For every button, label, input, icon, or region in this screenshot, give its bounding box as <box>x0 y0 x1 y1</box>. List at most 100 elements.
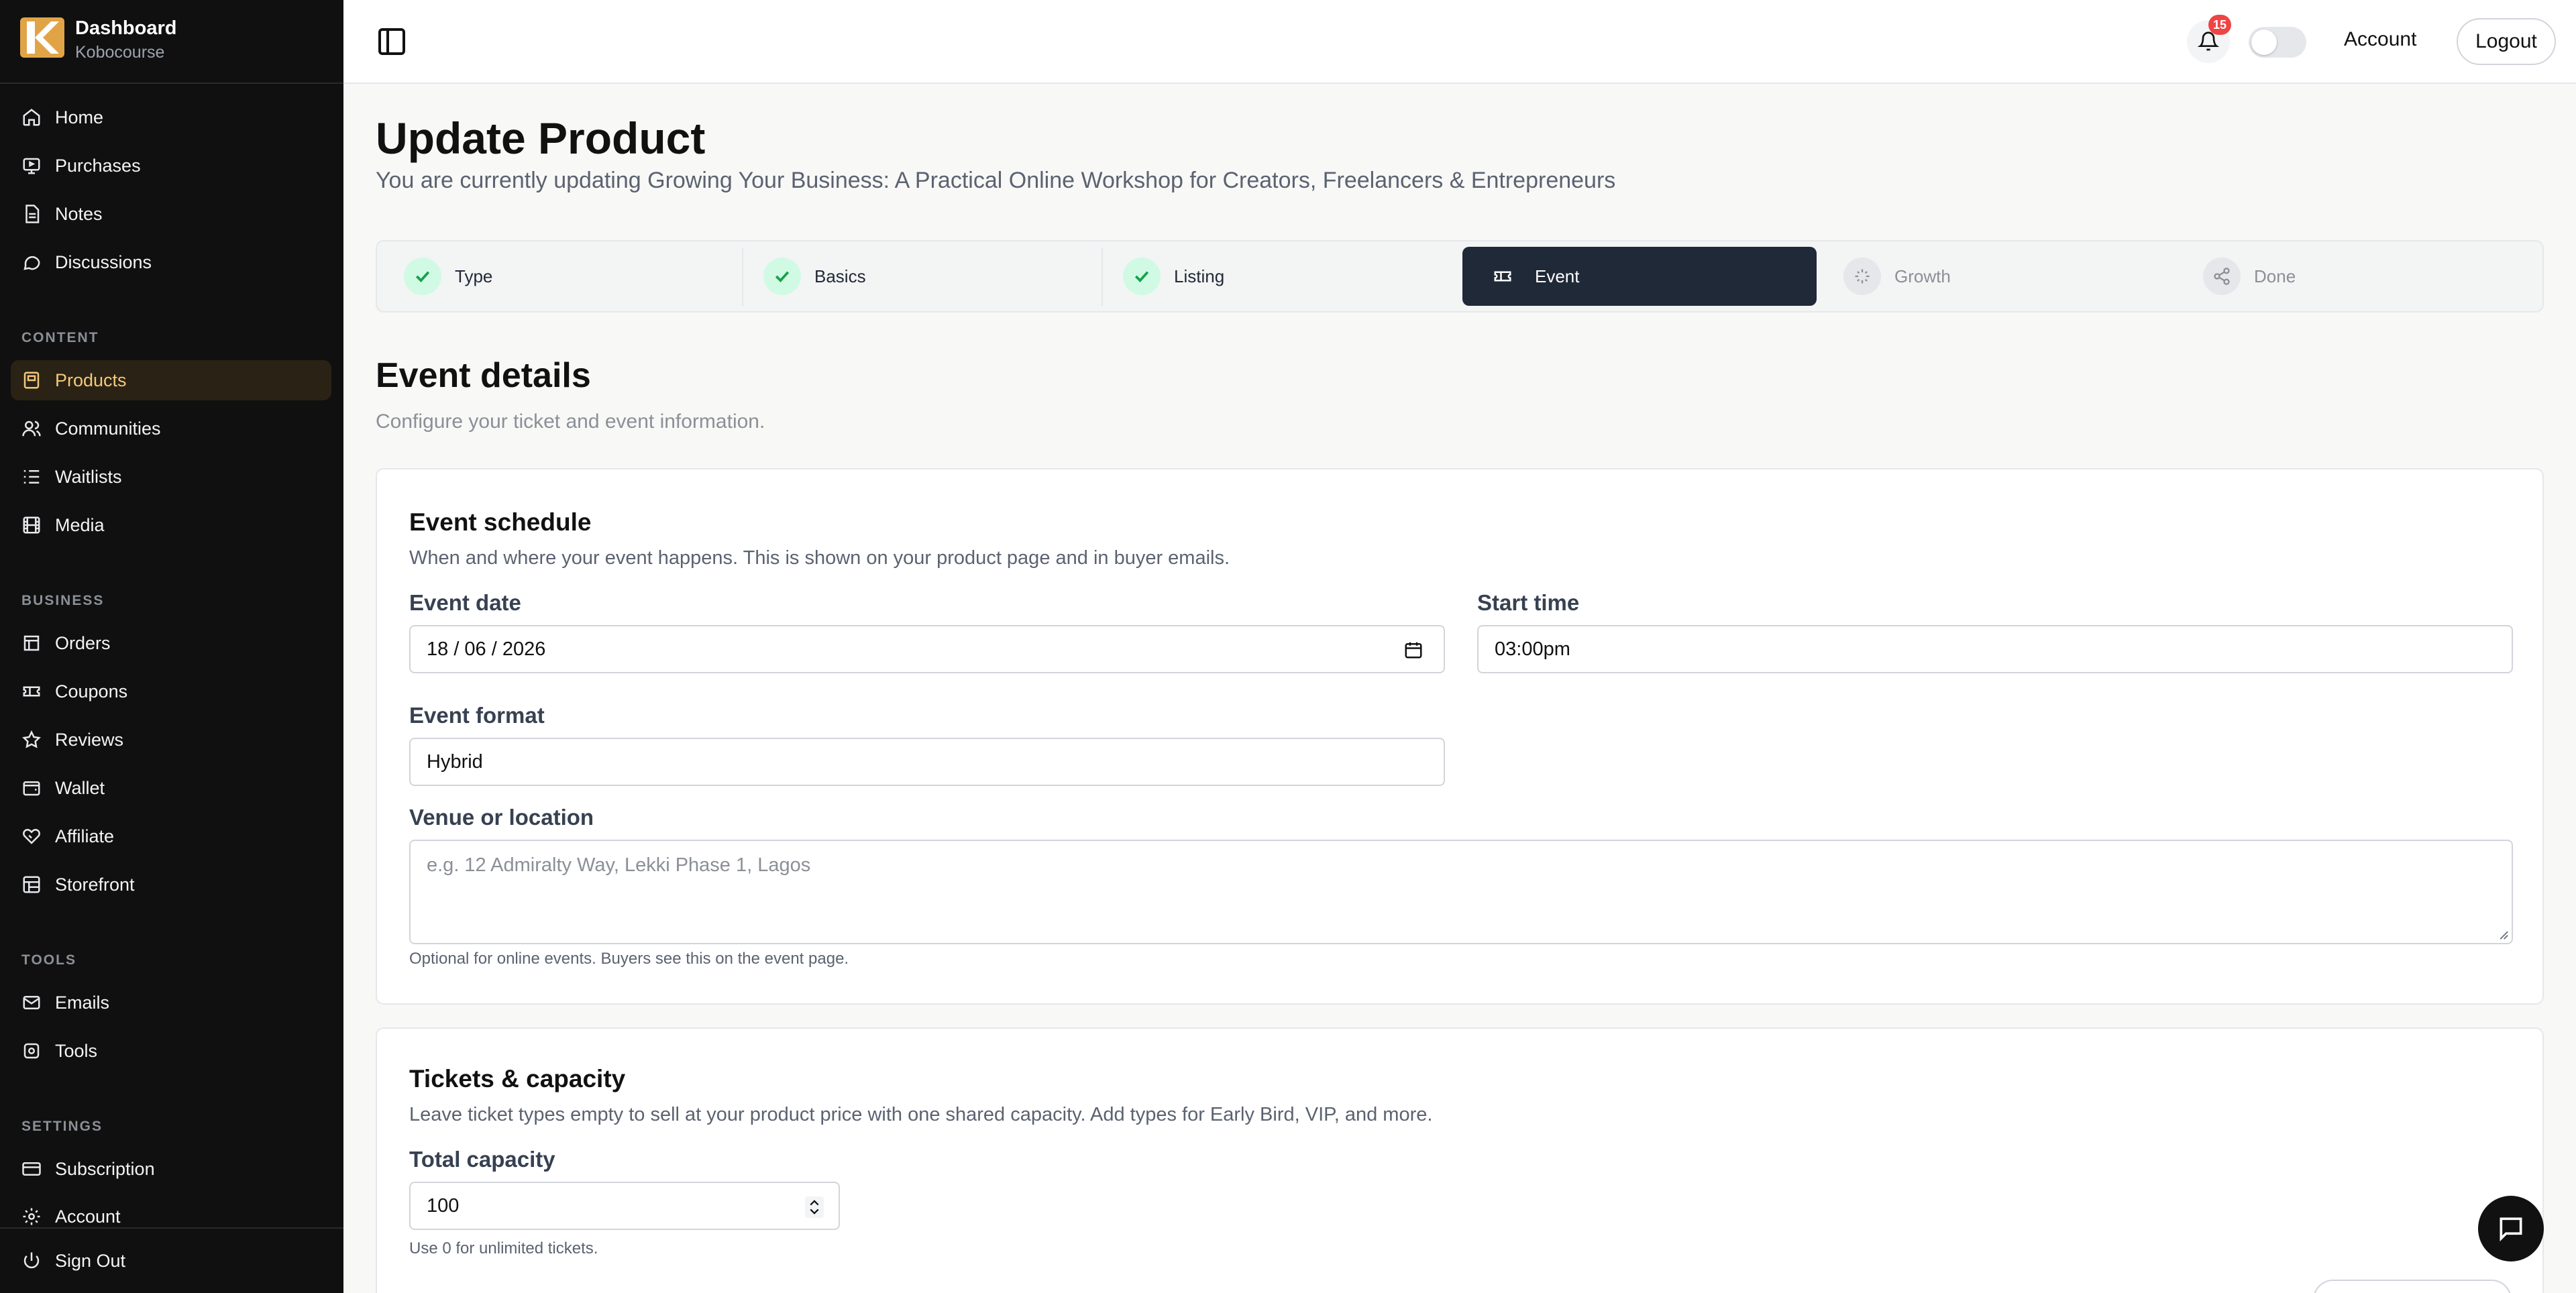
sidebar-item-label: Storefront <box>55 874 135 895</box>
theme-toggle[interactable] <box>2249 27 2306 58</box>
sidebar-item-communities[interactable]: Communities <box>11 408 331 449</box>
sidebar-item-label: Reviews <box>55 729 124 750</box>
film-icon <box>23 516 40 534</box>
sidebar-item-waitlists[interactable]: Waitlists <box>11 457 331 497</box>
chat-icon <box>23 256 40 270</box>
progress-stepper: Type Basics Listing Event Growth Done <box>376 240 2544 313</box>
section-heading-business: BUSINESS <box>21 593 105 608</box>
tools-icon <box>23 1043 40 1059</box>
venue-hint: Optional for online events. Buyers see t… <box>409 950 849 968</box>
step-done[interactable]: Done <box>2182 247 2536 306</box>
sidebar-item-coupons[interactable]: Coupons <box>11 671 331 712</box>
step-basics[interactable]: Basics <box>742 247 1096 306</box>
tickets-capacity-card: Tickets & capacity Leave ticket types em… <box>376 1027 2544 1293</box>
section-title: Event details <box>376 356 591 395</box>
power-icon <box>23 1252 40 1269</box>
step-event[interactable]: Event <box>1462 247 1817 306</box>
venue-label: Venue or location <box>409 805 594 830</box>
capacity-label: Total capacity <box>409 1147 555 1172</box>
step-label: Type <box>455 266 493 286</box>
sidebar-item-label: Subscription <box>55 1158 155 1179</box>
sidebar-item-label: Account <box>55 1206 121 1227</box>
calendar-icon[interactable] <box>1403 640 1424 660</box>
sign-out-button[interactable]: Sign Out <box>11 1241 331 1281</box>
list-icon <box>23 470 40 484</box>
gear-icon <box>23 1208 40 1225</box>
sidebar-item-emails[interactable]: Emails <box>11 982 331 1023</box>
logout-button[interactable]: Logout <box>2457 18 2556 65</box>
page-subtitle: You are currently updating Growing Your … <box>376 168 1616 193</box>
section-heading-settings: SETTINGS <box>21 1119 103 1134</box>
sidebar-item-discussions[interactable]: Discussions <box>11 242 331 282</box>
section-subtitle: Configure your ticket and event informat… <box>376 410 765 433</box>
sidebar-item-reviews[interactable]: Reviews <box>11 720 331 760</box>
handshake-icon <box>23 829 40 844</box>
home-icon <box>23 109 40 126</box>
sidebar-item-label: Coupons <box>55 681 128 701</box>
sidebar-item-purchases[interactable]: Purchases <box>11 146 331 186</box>
spinner-icon[interactable] <box>805 1196 824 1218</box>
orders-icon <box>23 635 40 651</box>
sidebar-item-subscription[interactable]: Subscription <box>11 1149 331 1189</box>
resize-handle-icon[interactable] <box>2494 925 2509 940</box>
step-label: Basics <box>814 266 866 286</box>
sidebar-item-label: Media <box>55 514 105 535</box>
capacity-value: 100 <box>427 1194 460 1217</box>
start-time-value: 03:00pm <box>1495 638 1570 660</box>
storefront-icon <box>23 876 40 893</box>
brand[interactable]: Dashboard Kobocourse <box>0 0 343 84</box>
sidebar-item-orders[interactable]: Orders <box>11 623 331 663</box>
card-title: Event schedule <box>409 508 592 536</box>
sidebar-item-label: Emails <box>55 992 110 1013</box>
start-time-input[interactable]: 03:00pm <box>1477 625 2513 673</box>
sidebar-item-label: Wallet <box>55 777 105 798</box>
sidebar-item-wallet[interactable]: Wallet <box>11 768 331 808</box>
capacity-input[interactable]: 100 <box>409 1182 840 1230</box>
sidebar-item-media[interactable]: Media <box>11 505 331 545</box>
message-icon <box>2500 1217 2522 1242</box>
sidebar-item-label: Home <box>55 107 104 127</box>
sidebar-item-label: Affiliate <box>55 826 115 846</box>
products-icon <box>23 372 40 389</box>
account-link[interactable]: Account <box>2344 28 2416 51</box>
users-icon <box>22 420 41 437</box>
card-title: Tickets & capacity <box>409 1065 626 1092</box>
start-time-label: Start time <box>1477 590 1580 615</box>
sidebar-toggle-icon[interactable] <box>376 25 408 58</box>
add-ticket-type-button[interactable] <box>2313 1280 2512 1293</box>
top-bar <box>343 0 2576 84</box>
sidebar-item-label: Purchases <box>55 155 141 176</box>
chat-launcher-button[interactable] <box>2478 1196 2544 1261</box>
purchases-icon <box>23 158 40 174</box>
step-listing[interactable]: Listing <box>1102 247 1456 306</box>
sidebar-item-label: Notes <box>55 203 103 224</box>
sidebar-item-label: Products <box>55 370 127 390</box>
sidebar-item-tools[interactable]: Tools <box>11 1031 331 1071</box>
step-growth[interactable]: Growth <box>1822 247 2176 306</box>
card-description: When and where your event happens. This … <box>409 547 1230 569</box>
sparkles-icon <box>1843 258 1881 295</box>
card-description: Leave ticket types empty to sell at your… <box>409 1104 1433 1125</box>
sidebar-item-label: Tools <box>55 1040 98 1061</box>
step-type[interactable]: Type <box>382 247 737 306</box>
notes-icon <box>25 205 40 223</box>
brand-title: Dashboard <box>75 17 177 39</box>
venue-textarea[interactable]: e.g. 12 Admiralty Way, Lekki Phase 1, La… <box>409 840 2513 944</box>
sidebar-item-products[interactable]: Products <box>11 360 331 400</box>
sidebar-item-home[interactable]: Home <box>11 97 331 137</box>
event-date-input[interactable]: 18 / 06 / 2026 <box>409 625 1445 673</box>
sidebar-item-affiliate[interactable]: Affiliate <box>11 816 331 856</box>
card-icon <box>22 1162 41 1176</box>
sign-out-label: Sign Out <box>55 1250 126 1271</box>
sidebar-footer: Sign Out <box>0 1227 343 1293</box>
sidebar-item-label: Communities <box>55 418 161 439</box>
event-schedule-card: Event schedule When and where your event… <box>376 468 2544 1005</box>
ticket-icon <box>23 686 40 697</box>
event-date-value: 18 / 06 / 2026 <box>427 638 546 660</box>
step-label: Growth <box>1894 266 1951 286</box>
wallet-icon <box>23 781 40 796</box>
sidebar-item-notes[interactable]: Notes <box>11 194 331 234</box>
notification-count-badge: 15 <box>2208 15 2231 35</box>
event-format-select[interactable]: Hybrid <box>409 738 1445 786</box>
sidebar-item-storefront[interactable]: Storefront <box>11 864 331 905</box>
